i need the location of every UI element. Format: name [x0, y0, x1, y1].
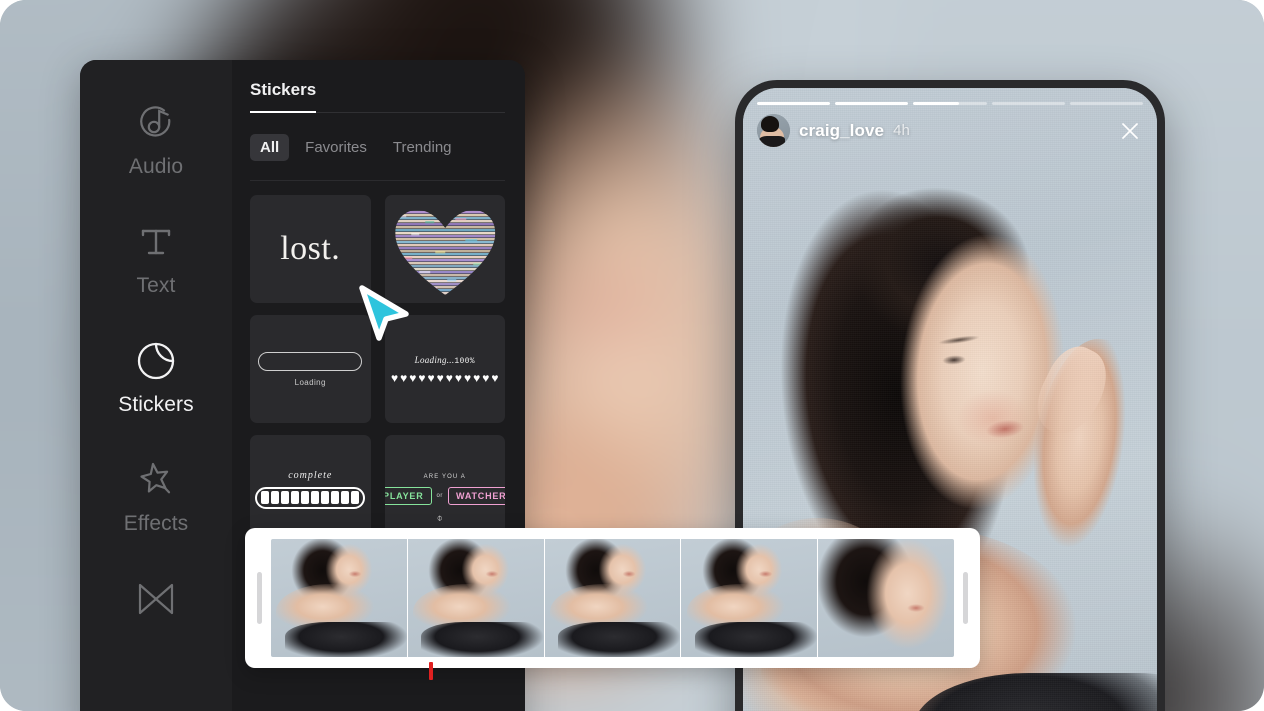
sticker-tile-loading-hearts[interactable]: Loading...100% ♥ ♥ ♥ ♥ ♥ ♥ ♥ ♥ ♥ ♥ ♥ ♥: [384, 315, 505, 423]
story-progress-segment[interactable]: [757, 102, 831, 105]
sticker-tile-loading-bar[interactable]: Loading: [250, 315, 371, 423]
app-stage: craig_love 4h Audio Text Stickers Effect…: [0, 0, 1264, 711]
timeline-frame[interactable]: [817, 539, 954, 657]
tab-trending[interactable]: Trending: [383, 134, 462, 161]
sticker-label: lost.: [280, 230, 341, 267]
trim-handle-right[interactable]: [963, 572, 968, 624]
editor-sidebar: Audio Text Stickers Effects: [80, 60, 232, 711]
avatar[interactable]: [757, 114, 790, 147]
complete-progress-bar: [255, 486, 366, 509]
story-progress-segment[interactable]: [913, 102, 987, 105]
sticker-percent: 100%: [454, 356, 475, 366]
timeline-frame[interactable]: [406, 539, 544, 657]
panel-title: Stickers: [250, 80, 317, 113]
small-cursor-icon: ⌽: [436, 513, 443, 524]
magic-star-icon: [133, 457, 179, 503]
heart-row: ♥ ♥ ♥ ♥ ♥ ♥ ♥ ♥ ♥ ♥ ♥ ♥: [391, 370, 499, 385]
poll-prompt: ARE YOU A: [423, 473, 466, 480]
timeline-frames: [271, 539, 954, 657]
video-timeline[interactable]: [245, 528, 980, 668]
sticker-peel-icon: [133, 338, 179, 384]
audio-note-icon: [134, 100, 178, 146]
tab-all[interactable]: All: [250, 134, 290, 161]
sticker-label: Loading...: [414, 354, 455, 365]
tab-favorites[interactable]: Favorites: [295, 134, 377, 161]
poll-divider: or: [436, 492, 444, 499]
timeline-playhead[interactable]: [429, 662, 433, 680]
sidebar-item-effects[interactable]: Effects: [80, 457, 232, 536]
sticker-tile-complete[interactable]: complete: [250, 435, 371, 543]
story-timestamp: 4h: [893, 122, 910, 139]
sticker-category-tabs: All Favorites Trending: [250, 134, 505, 161]
sidebar-item-stickers[interactable]: Stickers: [80, 338, 232, 417]
sticker-label: complete: [288, 469, 333, 481]
sidebar-item-text[interactable]: Text: [80, 219, 232, 298]
sticker-tile-player-watcher[interactable]: ARE YOU A PLAYER or WATCHER ⌽: [384, 435, 505, 543]
story-progress-segment[interactable]: [991, 102, 1065, 105]
close-x-icon[interactable]: [1117, 118, 1143, 144]
sidebar-item-label: Effects: [123, 512, 189, 535]
sidebar-item-label: Audio: [128, 155, 184, 178]
story-progress-segment[interactable]: [1069, 102, 1144, 105]
glitch-heart-graphic: [385, 195, 506, 303]
story-progress-segment[interactable]: [835, 102, 909, 105]
transition-bowtie-icon: [133, 576, 179, 622]
tabs-divider: [250, 180, 505, 181]
sticker-tile-glitch-heart[interactable]: [384, 195, 506, 303]
story-progress-bars: [757, 102, 1144, 105]
poll-option-watcher: WATCHER: [448, 486, 505, 505]
story-header: craig_love 4h: [757, 114, 1143, 147]
sticker-label: Loading: [294, 377, 326, 387]
timeline-frame[interactable]: [271, 539, 407, 657]
timeline-frame[interactable]: [680, 539, 818, 657]
timeline-frame[interactable]: [543, 539, 681, 657]
sidebar-item-audio[interactable]: Audio: [80, 100, 232, 179]
sidebar-item-transitions[interactable]: [80, 576, 232, 622]
text-t-icon: [134, 219, 178, 265]
poll-option-player: PLAYER: [384, 486, 432, 505]
sidebar-item-label: Text: [136, 274, 176, 297]
story-username[interactable]: craig_love: [799, 121, 884, 141]
sidebar-item-label: Stickers: [118, 393, 194, 416]
sticker-tile-lost[interactable]: lost.: [250, 195, 371, 303]
trim-handle-left[interactable]: [257, 572, 262, 624]
loading-progress-bar: [258, 351, 363, 371]
